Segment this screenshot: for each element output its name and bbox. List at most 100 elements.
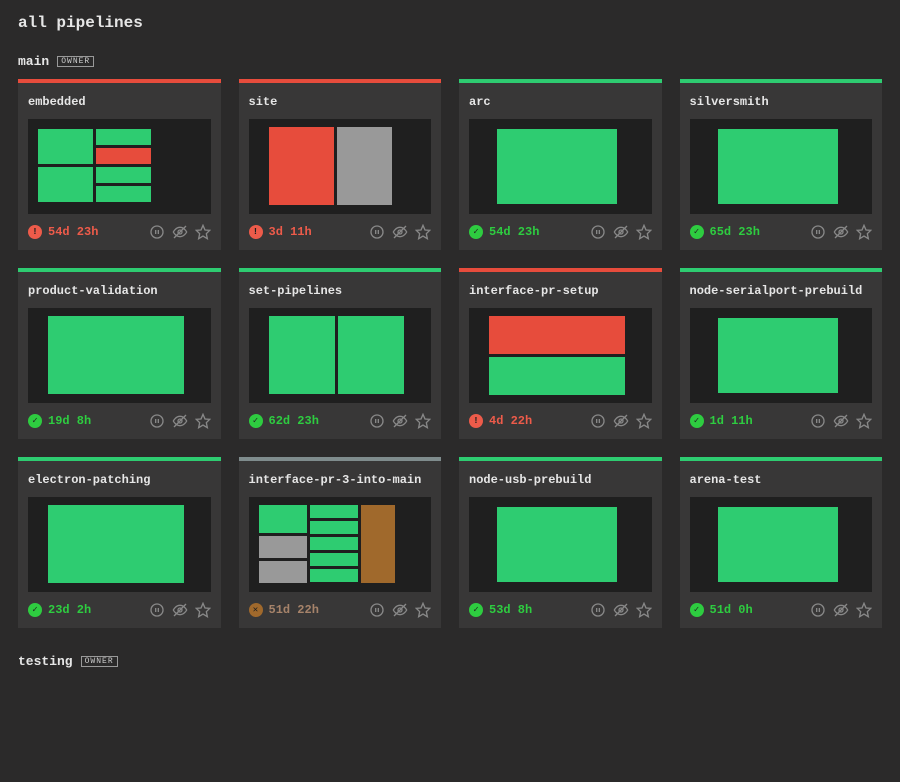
- job-block[interactable]: [269, 316, 335, 394]
- pause-button[interactable]: [590, 602, 606, 618]
- job-block[interactable]: [269, 127, 334, 205]
- job-block[interactable]: [718, 318, 838, 393]
- favorite-button[interactable]: [415, 602, 431, 618]
- pipeline-card[interactable]: interface-pr-setup!4d 22h: [459, 268, 662, 439]
- favorite-button[interactable]: [415, 413, 431, 429]
- pipeline-card[interactable]: interface-pr-3-into-main✕51d 22h: [239, 457, 442, 628]
- pipeline-preview[interactable]: [249, 308, 432, 403]
- visibility-button[interactable]: [172, 602, 188, 618]
- pipeline-card[interactable]: arena-test✓51d 0h: [680, 457, 883, 628]
- status-icon: ✓: [28, 603, 42, 617]
- job-block[interactable]: [38, 167, 93, 202]
- job-block[interactable]: [96, 167, 151, 183]
- job-block[interactable]: [497, 507, 617, 582]
- favorite-button[interactable]: [856, 413, 872, 429]
- pause-button[interactable]: [369, 413, 385, 429]
- pause-button[interactable]: [369, 224, 385, 240]
- pause-button[interactable]: [590, 413, 606, 429]
- pause-button[interactable]: [149, 413, 165, 429]
- pipeline-grid: embedded!54d 23h site!3d 11h arc✓54d 23h…: [18, 79, 882, 628]
- pause-button[interactable]: [590, 224, 606, 240]
- favorite-button[interactable]: [415, 224, 431, 240]
- status-icon: ✓: [28, 414, 42, 428]
- job-block[interactable]: [310, 521, 358, 534]
- pipeline-card[interactable]: arc✓54d 23h: [459, 79, 662, 250]
- visibility-button[interactable]: [613, 224, 629, 240]
- visibility-button[interactable]: [833, 224, 849, 240]
- job-block[interactable]: [497, 129, 617, 204]
- favorite-button[interactable]: [636, 224, 652, 240]
- pipeline-title: interface-pr-setup: [459, 272, 662, 308]
- job-block[interactable]: [489, 357, 625, 395]
- job-block[interactable]: [96, 148, 151, 164]
- hide-icon: [833, 413, 849, 429]
- favorite-button[interactable]: [636, 602, 652, 618]
- pipeline-preview[interactable]: [469, 497, 652, 592]
- pipeline-actions: [149, 224, 211, 240]
- visibility-button[interactable]: [392, 602, 408, 618]
- favorite-button[interactable]: [195, 224, 211, 240]
- visibility-button[interactable]: [833, 602, 849, 618]
- pipeline-card[interactable]: node-serialport-prebuild✓1d 11h: [680, 268, 883, 439]
- pause-button[interactable]: [369, 602, 385, 618]
- pipeline-card[interactable]: node-usb-prebuild✓53d 8h: [459, 457, 662, 628]
- job-block[interactable]: [96, 129, 151, 145]
- job-block[interactable]: [259, 561, 307, 583]
- pause-button[interactable]: [810, 224, 826, 240]
- status-icon: !: [469, 414, 483, 428]
- job-block[interactable]: [718, 507, 838, 582]
- pipeline-title: electron-patching: [18, 461, 221, 497]
- pipeline-actions: [810, 602, 872, 618]
- favorite-button[interactable]: [856, 602, 872, 618]
- pipeline-preview[interactable]: [249, 119, 432, 214]
- job-block[interactable]: [310, 569, 358, 582]
- pause-button[interactable]: [810, 413, 826, 429]
- pipeline-preview[interactable]: [28, 119, 211, 214]
- team-name: main: [18, 54, 49, 69]
- pipeline-preview[interactable]: [469, 119, 652, 214]
- visibility-button[interactable]: [392, 413, 408, 429]
- pipeline-preview[interactable]: [690, 119, 873, 214]
- visibility-button[interactable]: [172, 224, 188, 240]
- pause-button[interactable]: [149, 602, 165, 618]
- visibility-button[interactable]: [613, 413, 629, 429]
- pipeline-preview[interactable]: [690, 308, 873, 403]
- job-block[interactable]: [38, 129, 93, 164]
- pause-button[interactable]: [149, 224, 165, 240]
- visibility-button[interactable]: [833, 413, 849, 429]
- pipeline-card[interactable]: embedded!54d 23h: [18, 79, 221, 250]
- job-block[interactable]: [48, 316, 184, 394]
- visibility-button[interactable]: [172, 413, 188, 429]
- pipeline-card[interactable]: set-pipelines✓62d 23h: [239, 268, 442, 439]
- visibility-button[interactable]: [613, 602, 629, 618]
- job-block[interactable]: [310, 537, 358, 550]
- favorite-button[interactable]: [636, 413, 652, 429]
- job-block[interactable]: [338, 316, 404, 394]
- pipeline-card[interactable]: site!3d 11h: [239, 79, 442, 250]
- team-header[interactable]: testingOWNER: [18, 654, 882, 669]
- job-block[interactable]: [310, 505, 358, 518]
- job-block[interactable]: [489, 316, 625, 354]
- favorite-button[interactable]: [195, 413, 211, 429]
- pipeline-preview[interactable]: [469, 308, 652, 403]
- pipeline-card[interactable]: electron-patching✓23d 2h: [18, 457, 221, 628]
- job-block[interactable]: [96, 186, 151, 202]
- job-block[interactable]: [718, 129, 838, 204]
- job-block[interactable]: [310, 553, 358, 566]
- visibility-button[interactable]: [392, 224, 408, 240]
- job-block[interactable]: [259, 505, 307, 533]
- pipeline-preview[interactable]: [28, 497, 211, 592]
- pipeline-preview[interactable]: [28, 308, 211, 403]
- pipeline-preview[interactable]: [690, 497, 873, 592]
- team-header[interactable]: mainOWNER: [18, 54, 882, 69]
- job-block[interactable]: [337, 127, 392, 205]
- favorite-button[interactable]: [856, 224, 872, 240]
- job-block[interactable]: [361, 505, 395, 583]
- pipeline-card[interactable]: silversmith✓65d 23h: [680, 79, 883, 250]
- pause-button[interactable]: [810, 602, 826, 618]
- job-block[interactable]: [259, 536, 307, 558]
- pipeline-card[interactable]: product-validation✓19d 8h: [18, 268, 221, 439]
- pipeline-preview[interactable]: [249, 497, 432, 592]
- favorite-button[interactable]: [195, 602, 211, 618]
- job-block[interactable]: [48, 505, 184, 583]
